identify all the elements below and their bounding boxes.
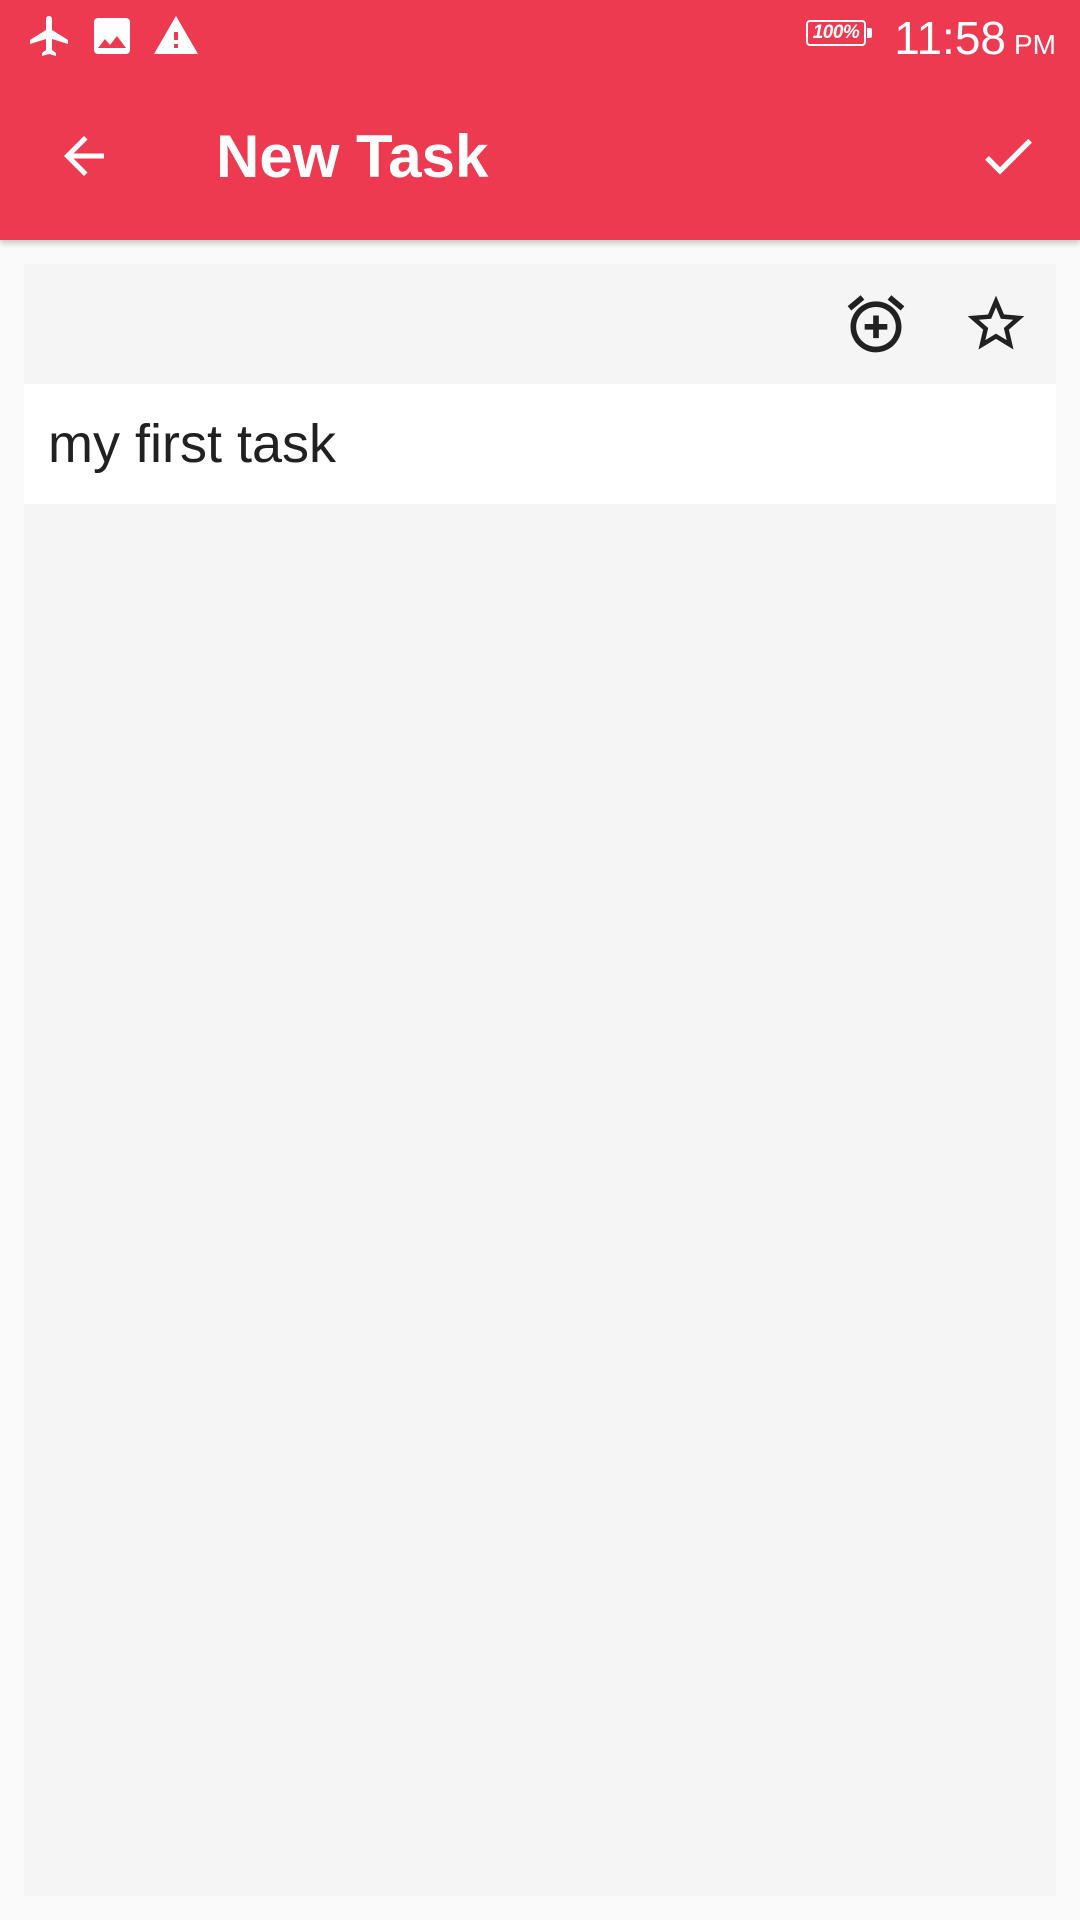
- clock-time: 11:58: [894, 12, 1006, 64]
- warning-icon: [152, 12, 200, 60]
- battery-icon: 100%: [806, 20, 874, 50]
- toolbar: New Task: [0, 72, 1080, 240]
- task-title-input[interactable]: [24, 384, 1056, 504]
- airplane-mode-icon: [26, 12, 74, 60]
- check-icon: [985, 138, 1032, 175]
- alarm-add-icon: [847, 295, 905, 353]
- star-button[interactable]: [956, 284, 1036, 364]
- status-bar: 100% 11:58 PM: [0, 0, 1080, 72]
- clock: 11:58 PM: [894, 10, 1056, 66]
- clock-ampm: PM: [1014, 29, 1056, 60]
- star-outline-icon: [967, 295, 1025, 350]
- page-title: New Task: [216, 123, 489, 190]
- app-bar: 100% 11:58 PM New Task: [0, 0, 1080, 240]
- save-button[interactable]: [960, 108, 1056, 204]
- add-reminder-button[interactable]: [836, 284, 916, 364]
- task-actions: [24, 264, 1056, 384]
- task-card: [24, 264, 1056, 1896]
- image-icon: [88, 12, 136, 60]
- back-button[interactable]: [36, 108, 132, 204]
- battery-level: 100%: [806, 20, 866, 46]
- arrow-back-icon: [64, 136, 104, 176]
